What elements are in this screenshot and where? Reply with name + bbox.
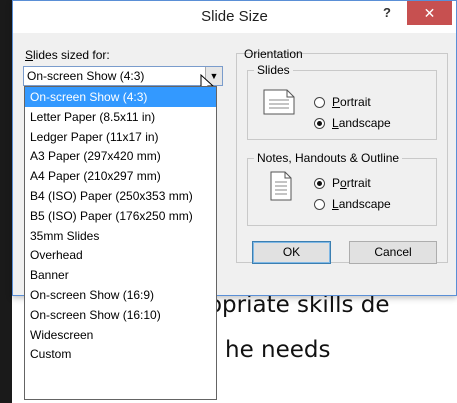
notes-portrait-label: Portrait bbox=[332, 176, 371, 190]
orientation-group: Orientation Slides Portrait Landscape No… bbox=[236, 47, 448, 263]
notes-orientation-label: Notes, Handouts & Outline bbox=[254, 151, 403, 165]
dropdown-option[interactable]: Banner bbox=[25, 265, 216, 285]
ok-button[interactable]: OK bbox=[252, 241, 331, 264]
slide-size-dropdown-list: On-screen Show (4:3) Letter Paper (8.5x11… bbox=[24, 86, 217, 400]
cancel-button[interactable]: Cancel bbox=[349, 241, 437, 264]
slide-size-combobox[interactable]: On-screen Show (4:3) ▼ bbox=[23, 66, 223, 86]
dropdown-option[interactable]: B5 (ISO) Paper (176x250 mm) bbox=[25, 206, 216, 226]
dropdown-option[interactable]: On-screen Show (16:9) bbox=[25, 285, 216, 305]
close-button[interactable]: ✕ bbox=[407, 1, 452, 25]
slides-landscape-radio[interactable]: Landscape bbox=[314, 116, 391, 130]
slides-sized-for-label: Slides sized for: bbox=[25, 48, 110, 62]
dropdown-option[interactable]: Overhead bbox=[25, 245, 216, 265]
slide-size-combobox-value: On-screen Show (4:3) bbox=[27, 69, 145, 83]
notes-portrait-radio[interactable]: Portrait bbox=[314, 176, 371, 190]
close-icon: ✕ bbox=[423, 5, 436, 21]
slides-portrait-radio[interactable]: Portrait bbox=[314, 95, 371, 109]
orientation-group-label: Orientation bbox=[244, 47, 303, 61]
radio-on-icon[interactable] bbox=[314, 118, 325, 129]
notes-landscape-label: Landscape bbox=[332, 197, 391, 211]
notes-orientation-group: Notes, Handouts & Outline Portrait Lands… bbox=[247, 151, 437, 226]
dialog-titlebar: Slide Size ? ✕ bbox=[13, 1, 456, 33]
help-button[interactable]: ? bbox=[378, 5, 396, 25]
portrait-page-icon bbox=[270, 171, 292, 201]
dropdown-option[interactable]: B4 (ISO) Paper (250x353 mm) bbox=[25, 186, 216, 206]
slides-portrait-label: Portrait bbox=[332, 95, 371, 109]
slides-orientation-group: Slides Portrait Landscape bbox=[247, 63, 437, 140]
notes-landscape-radio[interactable]: Landscape bbox=[314, 197, 391, 211]
landscape-page-icon bbox=[263, 89, 295, 115]
dropdown-option[interactable]: On-screen Show (4:3) bbox=[25, 87, 216, 107]
radio-off-icon[interactable] bbox=[314, 97, 325, 108]
dropdown-option[interactable]: Ledger Paper (11x17 in) bbox=[25, 127, 216, 147]
dropdown-option[interactable]: Widescreen bbox=[25, 325, 216, 345]
dropdown-option[interactable]: 35mm Slides bbox=[25, 226, 216, 246]
radio-on-icon[interactable] bbox=[314, 178, 325, 189]
dropdown-option[interactable]: Letter Paper (8.5x11 in) bbox=[25, 107, 216, 127]
dropdown-option[interactable]: A4 Paper (210x297 mm) bbox=[25, 166, 216, 186]
dropdown-option[interactable]: Custom bbox=[25, 344, 216, 364]
slides-orientation-label: Slides bbox=[254, 63, 293, 77]
background-slide-edge bbox=[0, 0, 12, 403]
dropdown-option[interactable]: A3 Paper (297x420 mm) bbox=[25, 146, 216, 166]
slides-sized-for-label-text: lides sized for: bbox=[33, 48, 110, 62]
slides-landscape-label: Landscape bbox=[332, 116, 391, 130]
radio-off-icon[interactable] bbox=[314, 199, 325, 210]
background-text-line-2: he needs bbox=[225, 337, 331, 363]
dropdown-option[interactable]: On-screen Show (16:10) bbox=[25, 305, 216, 325]
